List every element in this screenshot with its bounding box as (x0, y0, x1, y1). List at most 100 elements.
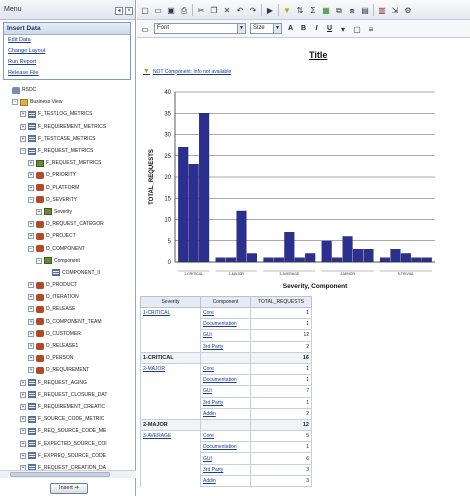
grid-icon[interactable]: ▦ (321, 5, 331, 15)
group-icon[interactable]: ⧉ (334, 5, 344, 15)
redo-icon[interactable]: ↷ (248, 5, 258, 15)
component-cell[interactable]: Core (200, 430, 251, 443)
tree-node[interactable]: + D_REQUEST_CATEGOR (4, 218, 132, 230)
expand-toggle-icon[interactable]: + (20, 379, 26, 386)
component-cell[interactable]: Core (200, 306, 251, 320)
sort-icon[interactable]: ⇅ (295, 5, 305, 15)
expand-toggle-icon[interactable]: + (28, 160, 34, 167)
tree-node[interactable]: + D_PLATFORM (4, 182, 132, 194)
chart-icon[interactable]: ▥ (377, 5, 387, 15)
tree-node[interactable]: + F_REQUIREMENT_CREATIC (4, 401, 132, 413)
tree-node[interactable]: + D_PRODUCT (4, 279, 132, 291)
cut-icon[interactable]: ✂ (196, 5, 206, 15)
chart-bar[interactable] (390, 249, 401, 263)
tree-node[interactable]: − D_COMPONENT (4, 242, 132, 254)
expand-toggle-icon[interactable]: + (20, 123, 26, 130)
open-icon[interactable]: ▭ (153, 5, 163, 15)
tree-node[interactable]: + D_PERSON (4, 352, 132, 364)
filter-icon[interactable]: ▼ (282, 5, 292, 15)
run-icon[interactable]: ▶ (265, 5, 275, 15)
tree-node[interactable]: + D_REQUIREMENT (4, 364, 132, 376)
tree-node[interactable]: + Severity (4, 206, 132, 218)
tree-node[interactable]: − D_SEVERITY (4, 194, 132, 206)
collapse-icon[interactable]: ◂ (115, 7, 123, 15)
tree-node[interactable]: − F_REQUEST_METRICS (4, 145, 132, 157)
tree-node[interactable]: + D_PROJECT (4, 230, 132, 242)
tree-node[interactable]: + D_CUSTOMER (4, 328, 132, 340)
expand-toggle-icon[interactable]: + (20, 111, 26, 118)
tree-node[interactable]: + F_EXPECTED_SOURCE_COI (4, 437, 132, 449)
tree-node[interactable]: + F_EXPREQ_SOURCE_CODE (4, 450, 132, 462)
collapse-toggle-icon[interactable]: − (20, 148, 26, 155)
chart-bar[interactable] (332, 257, 343, 263)
tree-node[interactable]: + D_COMPONENT_TEAM (4, 316, 132, 328)
chart-bar[interactable] (411, 257, 422, 263)
tree-node[interactable]: COMPONENT_II (4, 267, 132, 279)
expand-toggle-icon[interactable]: + (20, 416, 26, 423)
tree-node[interactable]: RSDC (4, 84, 132, 96)
new-document-icon[interactable]: ▢ (140, 5, 150, 15)
tree-node[interactable]: − Component (4, 255, 132, 267)
component-cell[interactable]: 3rd Party (200, 340, 251, 353)
tree-node[interactable]: + F_TESTCASE_METRICS (4, 133, 132, 145)
collapse-toggle-icon[interactable]: − (12, 99, 18, 106)
chart-bar[interactable] (342, 236, 353, 263)
report-title[interactable]: Title (309, 50, 327, 60)
tree-node[interactable]: + F_REQUEST_CLOSURE_DAT (4, 389, 132, 401)
tree-node[interactable]: + F_REQUEST_CREATION_DA (4, 462, 132, 470)
chart-bar[interactable] (305, 253, 316, 263)
tree-node[interactable]: − Business View (4, 96, 132, 108)
tree-node[interactable]: + F_REQUIREMENT_METRICS (4, 121, 132, 133)
settings-icon[interactable]: ⚙ (403, 5, 413, 15)
expand-toggle-icon[interactable]: + (20, 135, 26, 142)
release-file-link[interactable]: Release File (4, 68, 130, 79)
expand-toggle-icon[interactable]: + (28, 294, 34, 301)
expand-toggle-icon[interactable]: + (28, 367, 34, 374)
component-cell[interactable]: Core (200, 362, 251, 376)
collapse-toggle-icon[interactable]: − (28, 245, 34, 252)
chart-bar[interactable] (379, 257, 390, 263)
tree-node[interactable]: + D_ITERATION (4, 291, 132, 303)
expand-toggle-icon[interactable]: + (20, 403, 26, 410)
component-cell[interactable]: GUI (200, 329, 251, 342)
print-icon[interactable]: ⎙ (179, 5, 189, 15)
component-cell[interactable]: 3rd Party (200, 463, 251, 476)
chart-bar[interactable] (236, 210, 247, 263)
chart-bar[interactable] (199, 113, 210, 263)
expand-toggle-icon[interactable]: + (28, 355, 34, 362)
size-select[interactable]: Size ▼ (250, 23, 282, 34)
component-cell[interactable]: Documentation (200, 318, 251, 331)
ungroup-icon[interactable]: ⧈ (347, 5, 357, 15)
expand-toggle-icon[interactable]: + (28, 343, 34, 350)
edit-data-link[interactable]: Edit Data (4, 35, 130, 46)
component-cell[interactable]: Documentation (200, 441, 251, 454)
tree-node[interactable]: + F_REQUEST_AGING (4, 377, 132, 389)
chart-bar[interactable] (421, 257, 432, 263)
italic-button[interactable]: I (312, 25, 321, 32)
column-header-severity[interactable]: Severity (140, 296, 201, 308)
save-icon[interactable]: ▣ (166, 5, 176, 15)
font-select[interactable]: Font ▼ (154, 23, 246, 34)
font-color-button[interactable]: A (286, 25, 295, 32)
tree-node[interactable]: + D_RELEASE (4, 303, 132, 315)
column-header-component[interactable]: Component (200, 296, 251, 308)
expand-toggle-icon[interactable]: + (20, 452, 26, 459)
insert-button[interactable]: Insert ➜ (50, 483, 88, 494)
pivot-icon[interactable]: ▤ (360, 5, 370, 15)
chart-bar[interactable] (215, 257, 226, 263)
severity-cell[interactable]: 2-MAJOR (140, 363, 201, 375)
scrollbar-thumb[interactable] (10, 472, 110, 477)
close-icon[interactable]: × (125, 7, 133, 15)
underline-button[interactable]: U (325, 25, 334, 32)
component-cell[interactable]: Documentation (200, 374, 251, 387)
component-cell[interactable]: 3rd Party (200, 396, 251, 409)
tree-node[interactable]: + D_RELEASE1 (4, 340, 132, 352)
filter-note[interactable]: ▼ NOT Component: Info not available (143, 68, 231, 75)
chart-bar[interactable] (284, 232, 295, 263)
delete-icon[interactable]: ✕ (222, 5, 232, 15)
expand-toggle-icon[interactable]: + (28, 172, 34, 179)
expand-toggle-icon[interactable]: + (28, 184, 34, 191)
collapse-toggle-icon[interactable]: − (36, 257, 42, 264)
run-report-link[interactable]: Run Report (4, 57, 130, 68)
tree-node[interactable]: + F_REQUEST_METRICS (4, 157, 132, 169)
